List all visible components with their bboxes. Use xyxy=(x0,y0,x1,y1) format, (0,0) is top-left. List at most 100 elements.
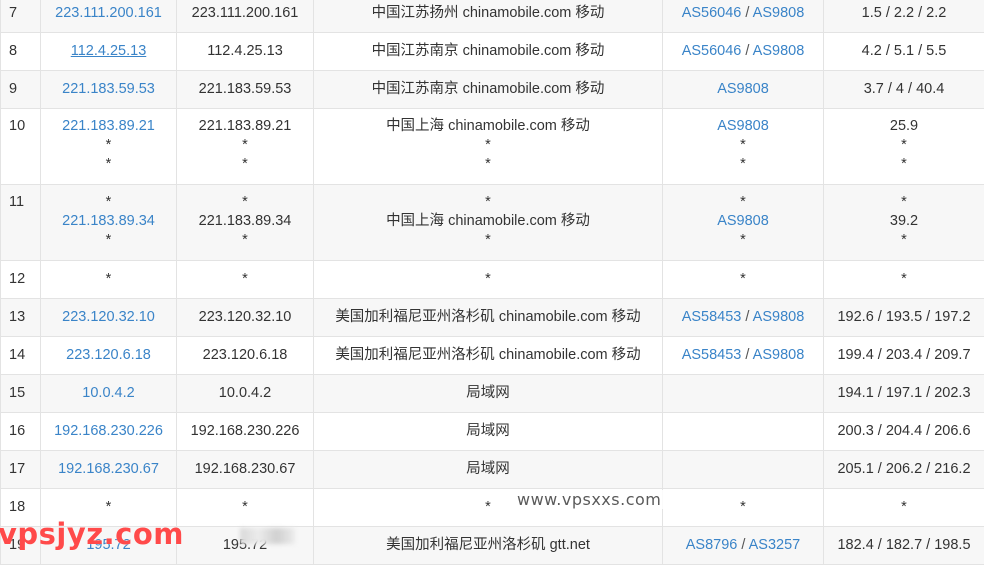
location-cell: *中国上海 chinamobile.com 移动* xyxy=(314,185,663,261)
latency-cell: 4.2 / 5.1 / 5.5 xyxy=(824,33,984,71)
latency-cell: 25.9** xyxy=(824,109,984,185)
latency-value: 205.1 / 206.2 / 216.2 xyxy=(824,460,984,479)
hop-row: 1510.0.4.210.0.4.2局域网 194.1 / 197.1 / 20… xyxy=(1,375,984,413)
asn-line: AS8796 / AS3257 xyxy=(663,536,823,555)
latency-value: * xyxy=(824,231,984,250)
location-cell: 中国江苏南京 chinamobile.com 移动 xyxy=(314,71,663,109)
hostname: 221.183.89.34 xyxy=(177,212,313,231)
hop-number: 9 xyxy=(1,71,41,109)
ip-link[interactable]: 192.168.230.67 xyxy=(41,460,176,479)
ip-placeholder: * xyxy=(41,270,176,289)
asn-link[interactable]: AS9808 xyxy=(717,118,769,134)
ip-link[interactable]: 192.168.230.226 xyxy=(41,422,176,441)
hop-row: 12***** xyxy=(1,261,984,299)
asn-cell: * AS9808 * xyxy=(663,185,824,261)
ip-link[interactable]: 221.183.89.34 xyxy=(41,212,176,231)
hostname: * xyxy=(177,498,313,517)
hostname-cell: 221.183.59.53 xyxy=(177,71,314,109)
latency-value: * xyxy=(824,136,984,155)
latency-value: * xyxy=(824,155,984,174)
latency-cell: 182.4 / 182.7 / 198.5 xyxy=(824,527,984,565)
hop-row: 14223.120.6.18223.120.6.18美国加利福尼亚州洛杉矶 ch… xyxy=(1,337,984,375)
brand-watermark: vpsjyz.com xyxy=(0,517,184,551)
latency-cell: 194.1 / 197.1 / 202.3 xyxy=(824,375,984,413)
asn-cell: AS58453 / AS9808 xyxy=(663,299,824,337)
asn-separator: / xyxy=(741,5,752,21)
asn-link[interactable]: AS9808 xyxy=(753,347,805,363)
asn-link[interactable]: AS58453 xyxy=(682,309,742,325)
latency-cell: *39.2* xyxy=(824,185,984,261)
ip-link[interactable]: 10.0.4.2 xyxy=(41,384,176,403)
asn-link[interactable]: AS56046 xyxy=(682,5,742,21)
asn-line: AS58453 / AS9808 xyxy=(663,346,823,365)
hostname: * xyxy=(177,270,313,289)
hop-number: 7 xyxy=(1,0,41,33)
ip-cell: * xyxy=(41,261,177,299)
asn-line: AS9808 xyxy=(663,117,823,136)
hop-row: 13223.120.32.10223.120.32.10美国加利福尼亚州洛杉矶 … xyxy=(1,299,984,337)
ip-link[interactable]: 112.4.25.13 xyxy=(41,42,176,61)
asn-line: * xyxy=(663,270,823,289)
ip-link[interactable]: 223.120.32.10 xyxy=(41,308,176,327)
asn-placeholder: * xyxy=(740,194,746,210)
asn-line: AS56046 / AS9808 xyxy=(663,42,823,61)
latency-cell: 199.4 / 203.4 / 209.7 xyxy=(824,337,984,375)
ip-link[interactable]: 221.183.89.21 xyxy=(41,117,176,136)
hop-number: 12 xyxy=(1,261,41,299)
location-cell: 局域网 xyxy=(314,413,663,451)
asn-link[interactable]: AS9808 xyxy=(717,213,769,229)
hop-number: 16 xyxy=(1,413,41,451)
hostname: * xyxy=(177,193,313,212)
asn-link[interactable]: AS58453 xyxy=(682,347,742,363)
hostname: 221.183.89.21 xyxy=(177,117,313,136)
asn-cell: * xyxy=(663,261,824,299)
asn-line: * xyxy=(663,193,823,212)
asn-link[interactable]: AS9808 xyxy=(717,81,769,97)
asn-cell xyxy=(663,413,824,451)
asn-link[interactable]: AS9808 xyxy=(753,43,805,59)
ip-placeholder: * xyxy=(41,498,176,517)
hop-number: 14 xyxy=(1,337,41,375)
location-cell: * xyxy=(314,261,663,299)
latency-value: 3.7 / 4 / 40.4 xyxy=(824,80,984,99)
ip-link[interactable]: 221.183.59.53 xyxy=(41,80,176,99)
hostname-cell: 221.183.89.21** xyxy=(177,109,314,185)
ip-cell: 10.0.4.2 xyxy=(41,375,177,413)
hostname: 223.111.200.161 xyxy=(177,4,313,23)
hostname-cell: 10.0.4.2 xyxy=(177,375,314,413)
traceroute-table: 7223.111.200.161223.111.200.161中国江苏扬州 ch… xyxy=(0,0,984,565)
hostname-cell: 223.120.32.10 xyxy=(177,299,314,337)
hop-row: 17192.168.230.67192.168.230.67局域网 205.1 … xyxy=(1,451,984,489)
latency-cell: 205.1 / 206.2 / 216.2 xyxy=(824,451,984,489)
latency-value: 25.9 xyxy=(824,117,984,136)
asn-placeholder: * xyxy=(740,499,746,515)
hop-number: 17 xyxy=(1,451,41,489)
asn-line: * xyxy=(663,231,823,250)
hop-number: 15 xyxy=(1,375,41,413)
latency-value: 4.2 / 5.1 / 5.5 xyxy=(824,42,984,61)
asn-link[interactable]: AS9808 xyxy=(753,309,805,325)
hostname-cell: 192.168.230.67 xyxy=(177,451,314,489)
asn-link[interactable]: AS56046 xyxy=(682,43,742,59)
asn-cell: AS56046 / AS9808 xyxy=(663,33,824,71)
ip-link[interactable]: 223.111.200.161 xyxy=(41,4,176,23)
location-text: 中国江苏扬州 chinamobile.com 移动 xyxy=(314,4,662,23)
location-cell: 美国加利福尼亚州洛杉矶 gtt.net xyxy=(314,527,663,565)
hostname: 192.168.230.226 xyxy=(177,422,313,441)
ip-cell: 192.168.230.67 xyxy=(41,451,177,489)
ip-cell: 221.183.59.53 xyxy=(41,71,177,109)
hostname: * xyxy=(177,231,313,250)
site-watermark: www.vpsxxs.com xyxy=(515,490,663,509)
ip-link[interactable]: 223.120.6.18 xyxy=(41,346,176,365)
latency-value: 199.4 / 203.4 / 209.7 xyxy=(824,346,984,365)
location-cell: 美国加利福尼亚州洛杉矶 chinamobile.com 移动 xyxy=(314,337,663,375)
hostname: 192.168.230.67 xyxy=(177,460,313,479)
asn-link[interactable]: AS9808 xyxy=(753,5,805,21)
blurred-region xyxy=(240,528,295,544)
hop-row: 7223.111.200.161223.111.200.161中国江苏扬州 ch… xyxy=(1,0,984,33)
asn-cell: AS8796 / AS3257 xyxy=(663,527,824,565)
hop-number: 10 xyxy=(1,109,41,185)
latency-value: * xyxy=(824,270,984,289)
location-cell: 中国上海 chinamobile.com 移动** xyxy=(314,109,663,185)
ip-placeholder: * xyxy=(41,155,176,174)
